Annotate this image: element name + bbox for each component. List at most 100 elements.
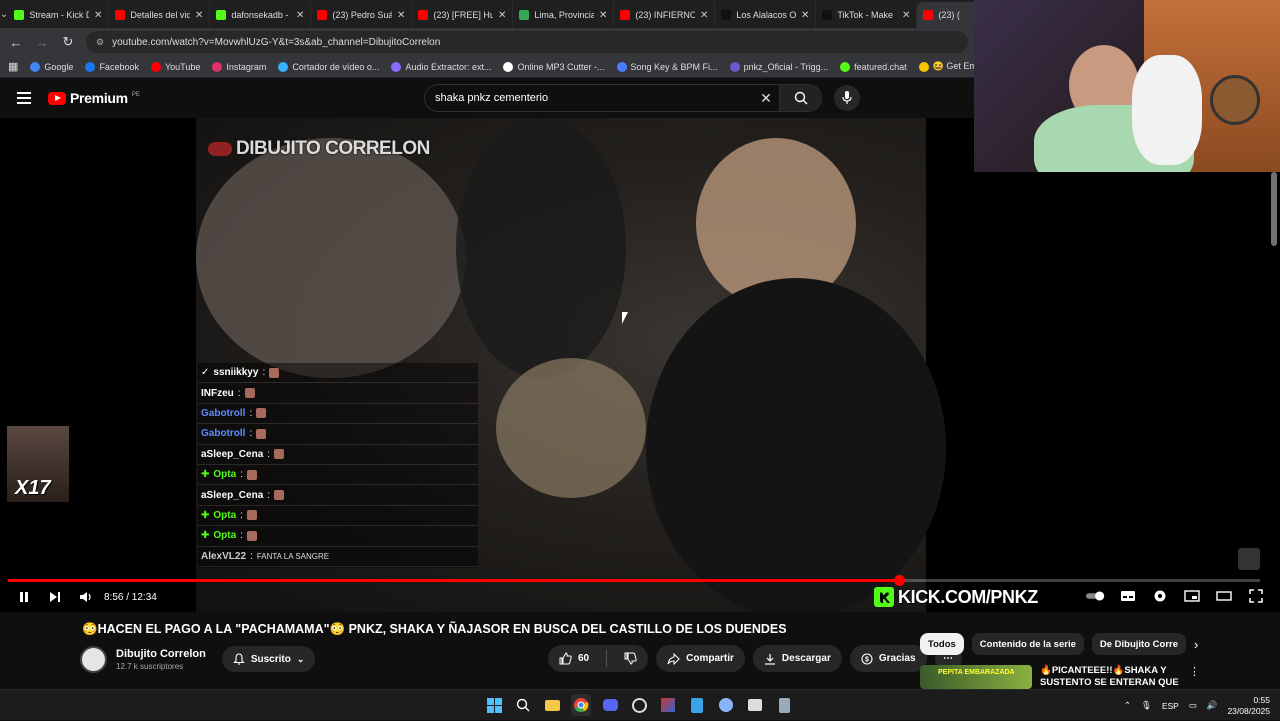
subscribed-button[interactable]: Suscrito ⌄ xyxy=(221,646,316,672)
tab-close-icon[interactable]: ✕ xyxy=(498,10,506,21)
search-box[interactable]: shaka pnkz cementerio ✕ xyxy=(424,84,822,112)
share-button[interactable]: Compartir xyxy=(656,645,745,672)
start-button[interactable] xyxy=(484,694,504,716)
chat-message: ✓ ssniikkyy: xyxy=(198,363,478,384)
channel-name[interactable]: Dibujito Correlon xyxy=(116,648,206,660)
channel-corner-logo[interactable] xyxy=(1238,548,1260,570)
menu-icon[interactable] xyxy=(17,92,31,104)
bookmark-item[interactable]: featured.chat xyxy=(840,61,907,72)
chrome-icon[interactable] xyxy=(571,694,591,716)
settings-button[interactable] xyxy=(1150,586,1170,606)
fullscreen-button[interactable] xyxy=(1246,586,1266,606)
search-input[interactable]: shaka pnkz cementerio xyxy=(435,92,753,104)
stream-chat-overlay: ✓ ssniikkyy: INFzeu: Gabotroll: Gabotroll: aS… xyxy=(198,363,478,568)
page-scrollbar[interactable] xyxy=(1271,172,1277,246)
tab-close-icon[interactable]: ✕ xyxy=(296,10,304,21)
bookmark-item[interactable]: Song Key & BPM Fi... xyxy=(616,61,718,72)
browser-tab[interactable]: dafonsekadb - ✕ xyxy=(210,2,312,28)
address-bar[interactable]: ⚙ youtube.com/watch?v=MovwhlUzG-Y&t=3s&a… xyxy=(86,31,968,53)
subtitles-button[interactable] xyxy=(1118,586,1138,606)
next-button[interactable] xyxy=(45,587,65,607)
autoplay-toggle[interactable] xyxy=(1086,586,1106,606)
bookmark-item[interactable]: Facebook xyxy=(85,61,139,72)
browser-tab[interactable]: TikTok - Make ✕ xyxy=(816,2,918,28)
tab-close-icon[interactable]: ✕ xyxy=(801,10,809,21)
calculator-icon[interactable] xyxy=(774,694,794,716)
taskbar-search-icon[interactable] xyxy=(513,694,533,716)
network-icon[interactable]: ▭ xyxy=(1189,700,1197,711)
chat-badge-icon: ✚ xyxy=(201,469,210,481)
bookmark-item[interactable]: Google xyxy=(30,61,73,72)
tab-close-icon[interactable]: ✕ xyxy=(599,10,607,21)
tab-search-button[interactable]: ⌄ xyxy=(0,0,8,28)
bookmark-item[interactable]: Instagram xyxy=(212,61,266,72)
bookmark-item[interactable]: pnkz_Oficial - Trigg... xyxy=(729,61,828,72)
browser-tab[interactable]: (23) INFIERNO ✕ xyxy=(614,2,716,28)
tab-close-icon[interactable]: ✕ xyxy=(902,10,910,21)
volume-button[interactable] xyxy=(76,587,96,607)
browser-tab[interactable]: (23) Pedro Suá ✕ xyxy=(311,2,413,28)
channel-watermark: DIBUJITO CORRELON xyxy=(208,138,430,160)
bookmark-item[interactable]: Audio Extractor: ext... xyxy=(391,61,491,72)
reload-button[interactable]: ↻ xyxy=(60,34,76,50)
browser-tab[interactable]: Detalles del vid ✕ xyxy=(109,2,211,28)
progress-bar[interactable] xyxy=(8,575,1260,586)
site-info-icon[interactable]: ⚙ xyxy=(96,37,104,48)
browser-tab[interactable]: Lima, Provincia ✕ xyxy=(513,2,615,28)
tab-close-icon[interactable]: ✕ xyxy=(195,10,203,21)
snipping-tool-icon[interactable] xyxy=(745,694,765,716)
filter-chip[interactable]: Todos xyxy=(920,633,964,655)
tab-close-icon[interactable]: ✕ xyxy=(94,10,102,21)
browser-tab[interactable]: (23) [FREE] Hu ✕ xyxy=(412,2,514,28)
tray-chevron-up-icon[interactable]: ⌃ xyxy=(1124,700,1131,711)
discord-icon[interactable] xyxy=(600,694,620,716)
browser-tab[interactable]: Stream - Kick D ✕ xyxy=(8,2,110,28)
recommended-title[interactable]: 🔥PICANTEEE!!🔥SHAKA Y SUSTENTO SE ENTERAN… xyxy=(1040,665,1181,689)
video-figure-left xyxy=(196,138,466,378)
recommended-thumbnail[interactable]: PEPITA EMBARAZADA xyxy=(920,665,1032,689)
dislike-button[interactable] xyxy=(613,645,648,672)
like-count: 60 xyxy=(578,653,590,664)
video-player[interactable]: DIBUJITO CORRELON ✓ ssniikkyy: INFzeu: Gabo… xyxy=(0,118,1280,612)
browser-tab[interactable]: Los Alalacos Of ✕ xyxy=(715,2,817,28)
app-icon-1[interactable] xyxy=(658,694,678,716)
voice-search-button[interactable] xyxy=(834,85,860,111)
speaker-icon[interactable]: 🔊 xyxy=(1207,700,1218,711)
bookmark-item[interactable]: YouTube xyxy=(150,61,200,72)
like-button[interactable]: 60 xyxy=(548,645,600,672)
system-clock[interactable]: 0:55 23/08/2025 xyxy=(1227,695,1270,717)
forward-button[interactable]: → xyxy=(34,35,50,50)
bookmark-item[interactable]: 😆 Get Emoji — All... xyxy=(918,61,974,72)
tab-title: (23) [FREE] Hu xyxy=(433,10,493,20)
thanks-button[interactable]: $ Gracias xyxy=(849,645,927,672)
tab-close-icon[interactable]: ✕ xyxy=(700,10,708,21)
obs-icon[interactable] xyxy=(629,694,649,716)
settings-app-icon[interactable] xyxy=(716,694,736,716)
fullscreen-icon xyxy=(1249,589,1263,603)
tab-close-icon[interactable]: ✕ xyxy=(397,10,405,21)
thanks-label: Gracias xyxy=(878,653,916,664)
apps-icon[interactable]: ▦ xyxy=(8,60,18,73)
back-button[interactable]: ← xyxy=(8,35,24,50)
bookmark-item[interactable]: Cortador de vídeo o... xyxy=(278,61,379,72)
youtube-logo[interactable]: Premium PE xyxy=(48,90,140,106)
more-vertical-icon[interactable]: ⋮ xyxy=(1189,665,1200,689)
theater-mode-button[interactable] xyxy=(1214,586,1234,606)
chevron-right-icon[interactable]: › xyxy=(1194,637,1198,652)
bookmark-item[interactable]: Online MP3 Cutter -... xyxy=(503,61,605,72)
notepad-icon[interactable] xyxy=(687,694,707,716)
miniplayer-button[interactable] xyxy=(1182,586,1202,606)
tab-favicon-icon xyxy=(317,10,328,20)
recommended-video[interactable]: PEPITA EMBARAZADA 🔥PICANTEEE!!🔥SHAKA Y S… xyxy=(920,665,1200,689)
language-indicator[interactable]: ESP xyxy=(1162,701,1179,711)
tray-mic-icon[interactable]: 🎙 xyxy=(1141,700,1152,711)
pause-button[interactable] xyxy=(14,587,34,607)
filter-chip[interactable]: De Dibujito Corre xyxy=(1091,633,1186,655)
search-button[interactable] xyxy=(779,85,821,111)
download-button[interactable]: Descargar xyxy=(752,645,842,672)
file-explorer-icon[interactable] xyxy=(542,694,562,716)
clear-search-icon[interactable]: ✕ xyxy=(753,90,779,107)
channel-avatar[interactable] xyxy=(80,645,107,673)
filter-chip[interactable]: Contenido de la serie xyxy=(971,633,1084,655)
chat-emote-icon xyxy=(244,388,255,399)
